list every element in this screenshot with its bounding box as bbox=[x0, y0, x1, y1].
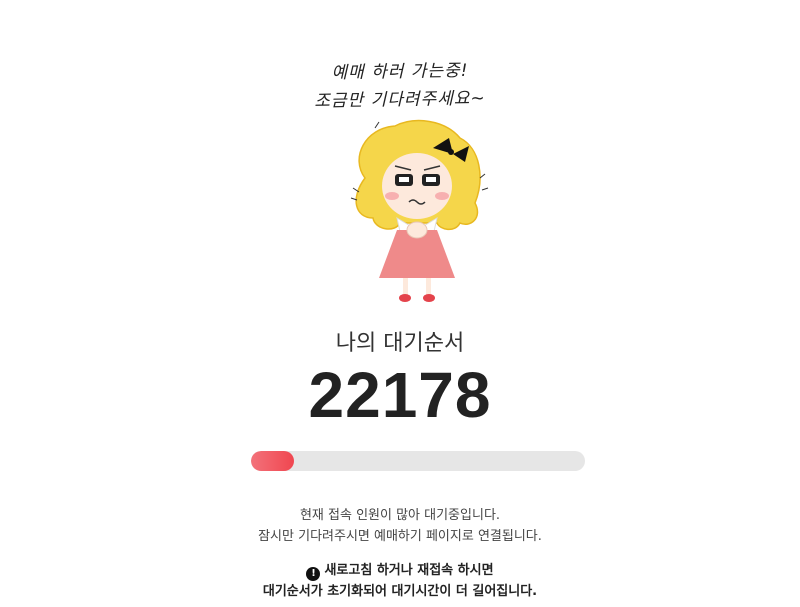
queue-label: 나의 대기순서 bbox=[335, 331, 465, 356]
info-text: 현재 접속 인원이 많아 대기중입니다. 잠시만 기다려주시면 예매하기 페이지… bbox=[0, 505, 800, 547]
waiting-girl-icon bbox=[350, 119, 489, 302]
queue-waiting-page: 예매 하러 가는중! 조금만 기다려주세요~ 나의 대기순서 22178 현재 … bbox=[0, 0, 800, 607]
warning-text: ! 새로고침 하거나 재접속 하시면 대기순서가 초기화되어 대기시간이 더 길어… bbox=[0, 560, 800, 602]
queue-number: 22178 bbox=[308, 359, 492, 431]
exclamation-circle-icon: ! bbox=[306, 567, 321, 581]
progress-bar bbox=[251, 451, 585, 471]
progress-fill bbox=[251, 451, 295, 471]
warning-line2: 대기순서가 초기화되어 대기시간이 더 길어집니다. bbox=[262, 584, 538, 599]
headline: 예매 하러 가는중! 조금만 기다려주세요~ bbox=[0, 58, 800, 114]
warning-line1: 새로고침 하거나 재접속 하시면 bbox=[324, 563, 494, 578]
info-line2: 잠시만 기다려주시면 예매하기 페이지로 연결됩니다. bbox=[258, 529, 542, 544]
info-line1: 현재 접속 인원이 많아 대기중입니다. bbox=[299, 508, 501, 523]
